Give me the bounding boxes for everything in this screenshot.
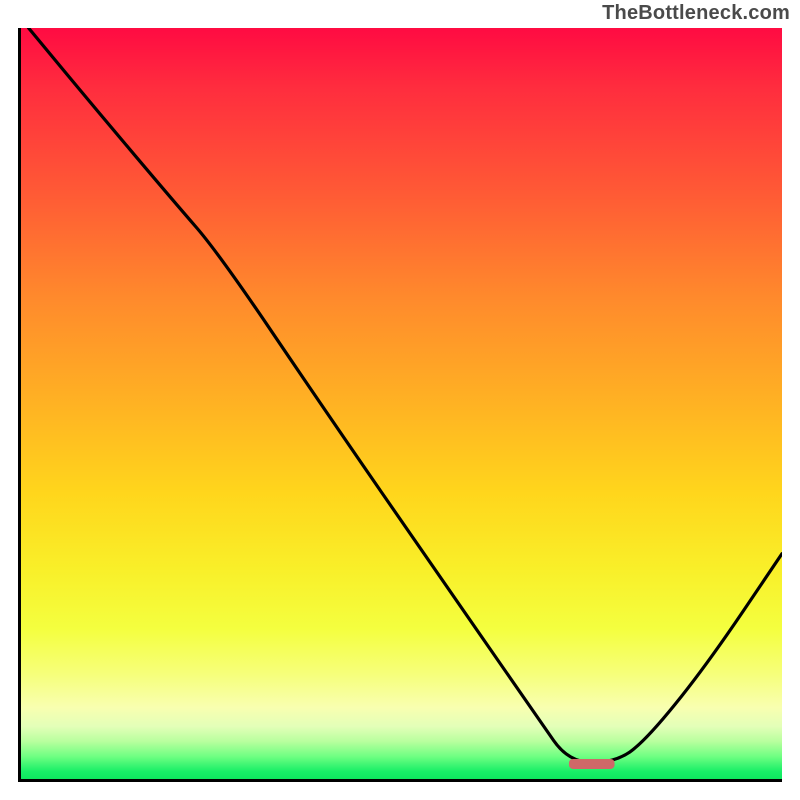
chart-svg [21, 28, 782, 779]
chart-stage: TheBottleneck.com [0, 0, 800, 800]
bottleneck-curve [29, 28, 782, 762]
plot-area [18, 28, 782, 782]
watermark-text: TheBottleneck.com [602, 2, 790, 25]
optimal-marker [569, 759, 615, 769]
